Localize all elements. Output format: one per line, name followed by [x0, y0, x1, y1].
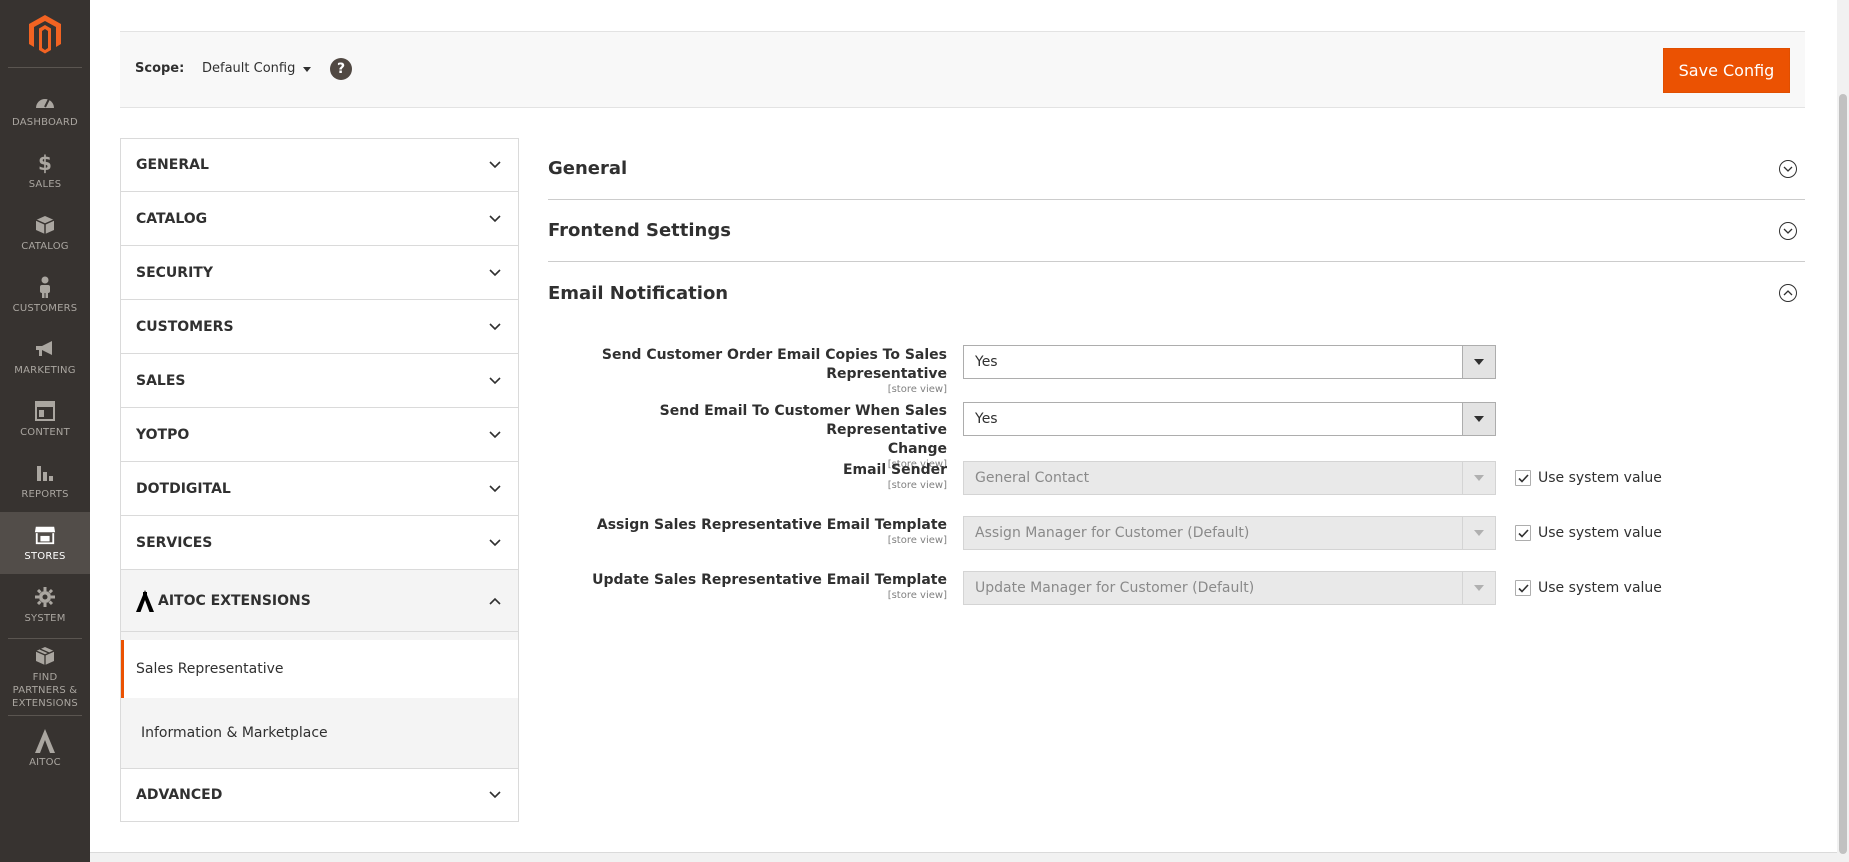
scrollbar-thumb[interactable]	[1839, 94, 1847, 854]
field-label: Update Sales Representative Email Templa…	[592, 572, 947, 588]
nav-content[interactable]: CONTENT	[0, 388, 90, 450]
checkbox-checked-icon	[1515, 525, 1531, 541]
chevron-down-icon	[488, 428, 502, 442]
aitoc-extensions-items: Sales Representative Information & Marke…	[120, 632, 519, 768]
dashboard-icon	[34, 90, 56, 112]
scope-switcher[interactable]: Default Config	[202, 61, 312, 76]
config-tabs: GENERAL CATALOG SECURITY CUSTOMERS SALES…	[120, 138, 519, 822]
update-template-select[interactable]: Update Manager for Customer (Default)	[963, 571, 1496, 605]
scope-hint: [store view]	[887, 590, 947, 601]
section-email-notification[interactable]: Email Notification	[548, 262, 1805, 324]
dropdown-arrow-icon	[1462, 572, 1495, 604]
nav-reports[interactable]: REPORTS	[0, 450, 90, 512]
chevron-down-icon	[488, 788, 502, 802]
page-footer	[90, 852, 1837, 862]
magento-logo-icon	[29, 14, 61, 53]
page-title	[122, 0, 131, 11]
nav-dashboard[interactable]: DASHBOARD	[0, 78, 90, 140]
field-label-line2: Change	[887, 441, 947, 457]
person-icon	[34, 276, 56, 298]
email-on-rep-change-select[interactable]: Yes	[963, 402, 1496, 436]
tab-advanced[interactable]: ADVANCED	[120, 768, 519, 822]
help-icon[interactable]: ?	[330, 58, 352, 80]
checkbox-checked-icon	[1515, 470, 1531, 486]
email-sender-select[interactable]: General Contact	[963, 461, 1496, 495]
nav-stores[interactable]: STORES	[0, 512, 90, 574]
update-template-use-system-checkbox[interactable]: Use system value	[1515, 580, 1662, 596]
dollar-icon: $	[38, 150, 52, 175]
expand-circle-icon	[1779, 159, 1797, 178]
nav-system[interactable]: SYSTEM	[0, 574, 90, 636]
tab-dotdigital[interactable]: DOTDIGITAL	[120, 462, 519, 516]
caret-down-icon	[303, 67, 312, 72]
section-frontend-settings[interactable]: Frontend Settings	[548, 200, 1805, 262]
scope-value: Default Config	[202, 61, 296, 76]
chevron-down-icon	[488, 320, 502, 334]
tab-security[interactable]: SECURITY	[120, 246, 519, 300]
magento-logo[interactable]	[8, 0, 82, 68]
nav-customers[interactable]: CUSTOMERS	[0, 264, 90, 326]
nav-separator	[8, 638, 82, 639]
dropdown-arrow-icon	[1462, 403, 1495, 435]
dropdown-arrow-icon	[1462, 346, 1495, 378]
admin-sidebar: DASHBOARD $ SALES CATALOG CUSTOMERS MARK…	[0, 0, 90, 862]
dropdown-arrow-icon	[1462, 517, 1495, 549]
page-scrollbar[interactable]	[1837, 0, 1849, 862]
chevron-down-icon	[488, 482, 502, 496]
scope-hint: [store view]	[887, 535, 947, 546]
scope-hint: [store view]	[887, 480, 947, 491]
tab-services[interactable]: SERVICES	[120, 516, 519, 570]
bar-chart-icon	[34, 462, 56, 484]
email-sender-use-system-checkbox[interactable]: Use system value	[1515, 470, 1662, 486]
nav-sales[interactable]: $ SALES	[0, 140, 90, 202]
subitem-information-marketplace[interactable]: Information & Marketplace	[121, 698, 518, 768]
scope-hint: [store view]	[887, 384, 947, 395]
checkbox-checked-icon	[1515, 580, 1531, 596]
scope-label: Scope:	[135, 61, 185, 76]
collapse-circle-icon	[1779, 284, 1797, 302]
chevron-down-icon	[488, 158, 502, 172]
scope-toolbar: Scope: Default Config ? Save Config	[120, 31, 1805, 108]
nav-find-partners[interactable]: FIND PARTNERS & EXTENSIONS	[0, 641, 90, 713]
field-label: Assign Sales Representative Email Templa…	[596, 517, 947, 533]
dropdown-arrow-icon	[1462, 462, 1495, 494]
field-label: Email Sender	[842, 462, 947, 478]
tab-aitoc-extensions[interactable]: AITOC EXTENSIONS	[120, 570, 519, 632]
tab-customers[interactable]: CUSTOMERS	[120, 300, 519, 354]
subitem-sales-representative[interactable]: Sales Representative	[121, 640, 518, 698]
aitoc-icon	[34, 728, 56, 753]
order-email-copies-select[interactable]: Yes	[963, 345, 1496, 379]
megaphone-icon	[34, 338, 56, 360]
tab-yotpo[interactable]: YOTPO	[120, 408, 519, 462]
chevron-down-icon	[488, 212, 502, 226]
nav-separator	[8, 715, 82, 716]
gear-icon	[34, 586, 56, 608]
chevron-down-icon	[488, 536, 502, 550]
nav-marketing[interactable]: MARKETING	[0, 326, 90, 388]
save-config-button[interactable]: Save Config	[1663, 48, 1790, 93]
chevron-down-icon	[488, 266, 502, 280]
tab-sales[interactable]: SALES	[120, 354, 519, 408]
store-icon	[34, 524, 56, 546]
tab-catalog[interactable]: CATALOG	[120, 192, 519, 246]
expand-circle-icon	[1779, 221, 1797, 240]
assign-template-select[interactable]: Assign Manager for Customer (Default)	[963, 516, 1496, 550]
extensions-icon	[34, 645, 56, 667]
chevron-down-icon	[488, 374, 502, 388]
section-general[interactable]: General	[548, 138, 1805, 200]
nav-catalog[interactable]: CATALOG	[0, 202, 90, 264]
field-label: Send Email To Customer When Sales Repres…	[659, 403, 947, 438]
tab-general[interactable]: GENERAL	[120, 138, 519, 192]
nav-aitoc[interactable]: AITOC	[0, 718, 90, 780]
config-sections: General Frontend Settings Email Notifica…	[548, 138, 1805, 324]
chevron-up-icon	[488, 594, 502, 608]
content-icon	[34, 400, 56, 422]
assign-template-use-system-checkbox[interactable]: Use system value	[1515, 525, 1662, 541]
field-label: Send Customer Order Email Copies To Sale…	[601, 347, 947, 382]
box-icon	[34, 214, 56, 236]
aitoc-logo-icon	[136, 589, 154, 612]
